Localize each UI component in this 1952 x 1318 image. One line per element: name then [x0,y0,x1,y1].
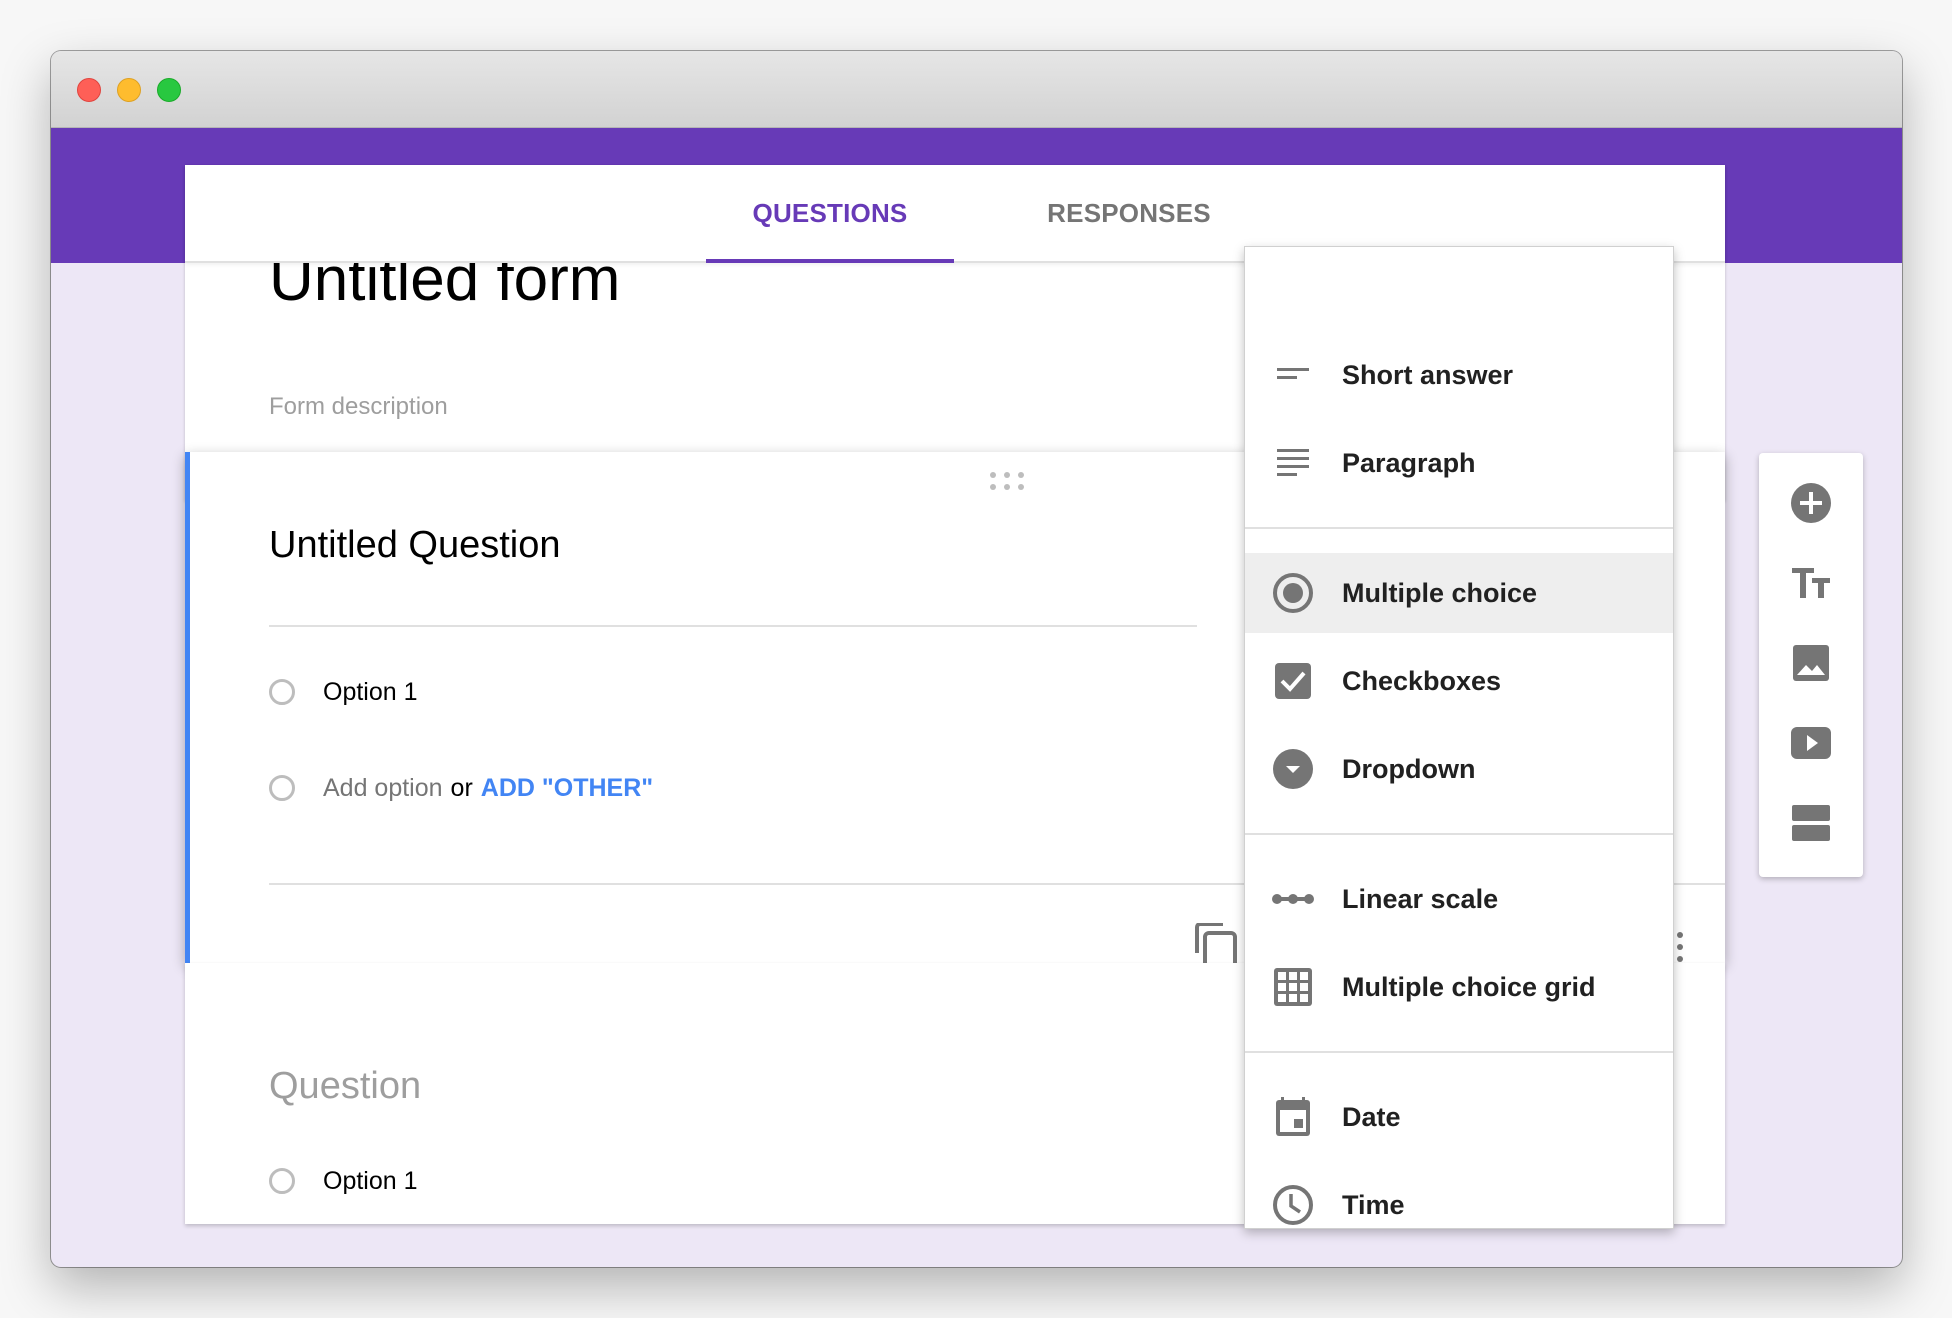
active-indicator [185,452,190,963]
question-title-input[interactable]: Untitled Question [269,524,561,567]
menu-item-paragraph[interactable]: Paragraph [1245,423,1673,503]
menu-divider [1245,1051,1673,1053]
side-toolbar [1759,453,1863,877]
linear-scale-icon [1271,877,1315,921]
title-text-icon [1791,567,1831,604]
paragraph-icon [1271,441,1315,485]
menu-item-multiple-choice[interactable]: Multiple choice [1245,553,1673,633]
add-question-button[interactable] [1781,475,1841,535]
menu-item-label: Linear scale [1342,883,1499,914]
option-row[interactable]: Option 1 [269,674,418,710]
active-tab-indicator [706,259,954,263]
menu-item-label: Multiple choice [1342,577,1538,608]
menu-item-short-answer[interactable]: Short answer [1245,335,1673,415]
menu-item-dropdown[interactable]: Dropdown [1245,729,1673,809]
question-title-placeholder[interactable]: Question [269,1065,421,1108]
menu-item-multiple-choice-grid[interactable]: Multiple choice grid [1245,947,1673,1027]
tab-questions[interactable]: QUESTIONS [706,165,954,261]
menu-item-label: Time [1342,1189,1405,1220]
menu-item-label: Paragraph [1342,447,1476,478]
menu-item-label: Checkboxes [1342,665,1502,696]
tab-responses[interactable]: RESPONSES [1005,165,1253,261]
option-label[interactable]: Option 1 [323,1167,418,1196]
radio-icon [269,1168,295,1194]
short-text-icon [1271,353,1315,397]
form-editor: Untitled form Form description QUESTIONS… [51,51,1902,1267]
add-image-button[interactable] [1781,635,1841,695]
radio-button-icon [1271,571,1315,615]
add-circle-icon [1790,482,1832,529]
calendar-icon [1271,1095,1315,1139]
section-icon [1791,804,1831,847]
option-label[interactable]: Option 1 [323,678,418,707]
menu-item-label: Multiple choice grid [1342,971,1596,1002]
radio-icon [269,679,295,705]
form-description-input[interactable]: Form description [269,393,448,421]
video-icon [1790,726,1832,765]
add-option-row: Add option or ADD "OTHER" [269,770,653,806]
menu-item-label: Short answer [1342,359,1514,390]
add-option-input[interactable]: Add option [323,774,443,803]
option-row[interactable]: Option 1 [269,1163,418,1199]
checkbox-icon [1271,659,1315,703]
menu-divider [1245,527,1673,529]
menu-item-date[interactable]: Date [1245,1077,1673,1157]
add-other-button[interactable]: ADD "OTHER" [481,774,653,803]
dropdown-icon [1271,747,1315,791]
question-type-menu: Short answer Paragraph Multiple choice C… [1244,246,1674,1229]
menu-divider [1245,833,1673,835]
menu-item-linear-scale[interactable]: Linear scale [1245,859,1673,939]
or-text: or [450,773,473,802]
question-title-underline [269,625,1197,627]
menu-item-time[interactable]: Time [1245,1165,1673,1245]
clock-icon [1271,1183,1315,1227]
menu-item-checkboxes[interactable]: Checkboxes [1245,641,1673,721]
menu-item-label: Date [1342,1101,1401,1132]
add-section-button[interactable] [1781,795,1841,855]
menu-item-label: Dropdown [1342,753,1476,784]
image-icon [1792,644,1830,687]
grid-icon [1271,965,1315,1009]
browser-window: Untitled form Form description QUESTIONS… [51,51,1902,1267]
drag-handle-icon[interactable] [990,472,1024,490]
add-video-button[interactable] [1781,715,1841,775]
radio-icon [269,775,295,801]
add-title-button[interactable] [1781,555,1841,615]
